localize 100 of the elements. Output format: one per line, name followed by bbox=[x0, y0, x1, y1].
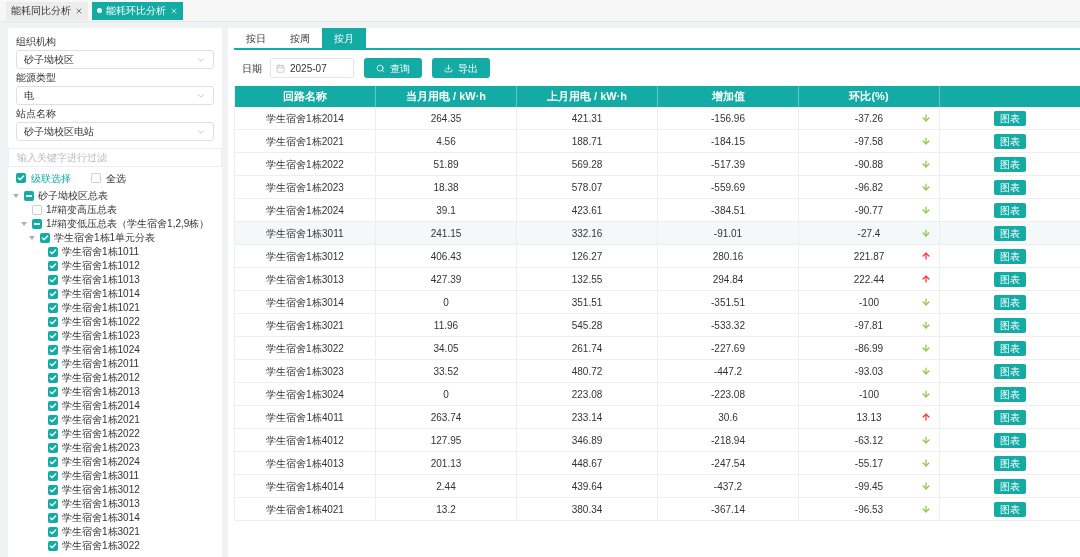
table-cell: 4.56 bbox=[376, 130, 517, 152]
tree-item[interactable]: 学生宿舍1栋2014 bbox=[62, 399, 140, 413]
table-cell: 30.6 bbox=[658, 406, 799, 428]
checkbox[interactable] bbox=[48, 401, 58, 411]
select-field[interactable]: 砂子坳校区 bbox=[16, 50, 214, 69]
table-cell-text: -63.12 bbox=[854, 433, 884, 448]
tree-item[interactable]: 学生宿舍1栋3013 bbox=[62, 497, 140, 511]
table-cell-text: 221.87 bbox=[853, 249, 885, 264]
checkbox[interactable] bbox=[48, 373, 58, 383]
tree-item[interactable]: 学生宿舍1栋1011 bbox=[62, 245, 140, 259]
checkbox[interactable] bbox=[48, 457, 58, 467]
tree-item[interactable]: 学生宿舍1栋1023 bbox=[62, 329, 140, 343]
checkbox[interactable] bbox=[48, 541, 58, 551]
tree-item[interactable]: 学生宿舍1栋3011 bbox=[62, 469, 140, 483]
tree-item[interactable]: 学生宿舍1栋1021 bbox=[62, 301, 140, 315]
checkbox[interactable] bbox=[48, 247, 58, 257]
tree-item[interactable]: 学生宿舍1栋2022 bbox=[62, 427, 140, 441]
caret-icon[interactable] bbox=[21, 222, 27, 226]
checkbox[interactable] bbox=[32, 219, 42, 229]
tree-item[interactable]: 学生宿舍1栋1024 bbox=[62, 343, 140, 357]
table-cell: 569.28 bbox=[517, 153, 658, 175]
checkbox[interactable] bbox=[48, 359, 58, 369]
checkbox[interactable] bbox=[48, 345, 58, 355]
tree-item[interactable]: 1#箱变低压总表（学生宿舍1,2,9栋） bbox=[46, 217, 210, 231]
table-cell: 学生宿舍1栋3012 bbox=[235, 245, 376, 267]
select-field[interactable]: 电 bbox=[16, 86, 214, 105]
checkbox[interactable] bbox=[48, 317, 58, 327]
checkbox[interactable] bbox=[91, 173, 101, 183]
checkbox[interactable] bbox=[48, 443, 58, 453]
period-tab[interactable]: 按周 bbox=[278, 28, 322, 48]
table-cell: 264.35 bbox=[376, 107, 517, 129]
table-cell: 545.28 bbox=[517, 314, 658, 336]
tree-item[interactable]: 学生宿舍1栋3014 bbox=[62, 511, 140, 525]
tree-item[interactable]: 学生宿舍1栋1022 bbox=[62, 315, 140, 329]
checkbox[interactable] bbox=[48, 387, 58, 397]
table-cell: 学生宿舍1栋3014 bbox=[235, 291, 376, 313]
tree-item[interactable]: 学生宿舍1栋1单元分表 bbox=[54, 231, 156, 245]
table-cell: 448.67 bbox=[517, 452, 658, 474]
tree-item[interactable]: 学生宿舍1栋1012 bbox=[62, 259, 140, 273]
table-cell-text: -93.03 bbox=[854, 364, 884, 379]
table-cell: 51.89 bbox=[376, 153, 517, 175]
checkbox[interactable] bbox=[48, 499, 58, 509]
table-cell: 223.08 bbox=[517, 383, 658, 405]
tree-item[interactable]: 学生宿舍1栋2013 bbox=[62, 385, 140, 399]
caret-icon[interactable] bbox=[29, 236, 35, 240]
caret-icon[interactable] bbox=[13, 194, 19, 198]
table-cell: 294.84 bbox=[658, 268, 799, 290]
table-cell-text: 13.13 bbox=[856, 410, 882, 425]
checkbox[interactable] bbox=[48, 513, 58, 523]
checkbox[interactable] bbox=[48, 303, 58, 313]
table-cell: 33.52 bbox=[376, 360, 517, 382]
tree-item[interactable]: 学生宿舍1栋2011 bbox=[62, 357, 140, 371]
checkbox[interactable] bbox=[48, 289, 58, 299]
checkbox[interactable] bbox=[40, 233, 50, 243]
table-cell: 480.72 bbox=[517, 360, 658, 382]
select-field[interactable]: 砂子坳校区电站 bbox=[16, 122, 214, 141]
checkbox[interactable] bbox=[48, 429, 58, 439]
tree-item[interactable]: 学生宿舍1栋3022 bbox=[62, 539, 140, 553]
tree-item[interactable]: 学生宿舍1栋2024 bbox=[62, 455, 140, 469]
checkbox[interactable] bbox=[48, 485, 58, 495]
field-label: 站点名称 bbox=[16, 107, 57, 121]
tree-item[interactable]: 砂子坳校区总表 bbox=[38, 189, 108, 203]
period-tab[interactable]: 按日 bbox=[234, 28, 278, 48]
close-icon[interactable] bbox=[75, 6, 83, 15]
table-cell: -533.32 bbox=[658, 314, 799, 336]
table-cell: 201.13 bbox=[376, 452, 517, 474]
checkbox[interactable] bbox=[48, 471, 58, 481]
table-cell: 126.27 bbox=[517, 245, 658, 267]
checkbox[interactable] bbox=[16, 173, 26, 183]
table-cell: 学生宿舍1栋2014 bbox=[235, 107, 376, 129]
checkbox[interactable] bbox=[48, 527, 58, 537]
table-cell: 188.71 bbox=[517, 130, 658, 152]
tree-item[interactable]: 学生宿舍1栋1014 bbox=[62, 287, 140, 301]
table-cell: 学生宿舍1栋3021 bbox=[235, 314, 376, 336]
tree-item[interactable]: 学生宿舍1栋1013 bbox=[62, 273, 140, 287]
table-cell: 406.43 bbox=[376, 245, 517, 267]
close-icon[interactable] bbox=[170, 6, 178, 15]
tree-item[interactable]: 学生宿舍1栋2021 bbox=[62, 413, 140, 427]
table-cell: 学生宿舍1栋3022 bbox=[235, 337, 376, 359]
tree-item[interactable]: 学生宿舍1栋3021 bbox=[62, 525, 140, 539]
page-tab[interactable]: 能耗同比分析 bbox=[6, 1, 88, 20]
table-cell: 39.1 bbox=[376, 199, 517, 221]
checkbox[interactable] bbox=[48, 331, 58, 341]
checkbox[interactable] bbox=[32, 205, 42, 215]
tree-item[interactable]: 学生宿舍1栋3012 bbox=[62, 483, 140, 497]
table-cell-text: -96.82 bbox=[854, 180, 884, 195]
date-field[interactable]: 2025-07 bbox=[270, 58, 354, 78]
checkbox[interactable] bbox=[48, 275, 58, 285]
checkbox[interactable] bbox=[48, 415, 58, 425]
checkbox[interactable] bbox=[24, 191, 34, 201]
table-cell-text: -100 bbox=[859, 295, 879, 310]
table-cell: 578.07 bbox=[517, 176, 658, 198]
tree-item[interactable]: 学生宿舍1栋2023 bbox=[62, 441, 140, 455]
table-cell-text: -55.17 bbox=[854, 456, 884, 471]
table-cell-text: -37.26 bbox=[854, 111, 884, 126]
checkbox-label[interactable]: 全选 bbox=[106, 170, 126, 186]
tree-item[interactable]: 1#箱变高压总表 bbox=[46, 203, 118, 217]
checkbox[interactable] bbox=[48, 261, 58, 271]
tree-item[interactable]: 学生宿舍1栋2012 bbox=[62, 371, 140, 385]
table-cell: -227.69 bbox=[658, 337, 799, 359]
